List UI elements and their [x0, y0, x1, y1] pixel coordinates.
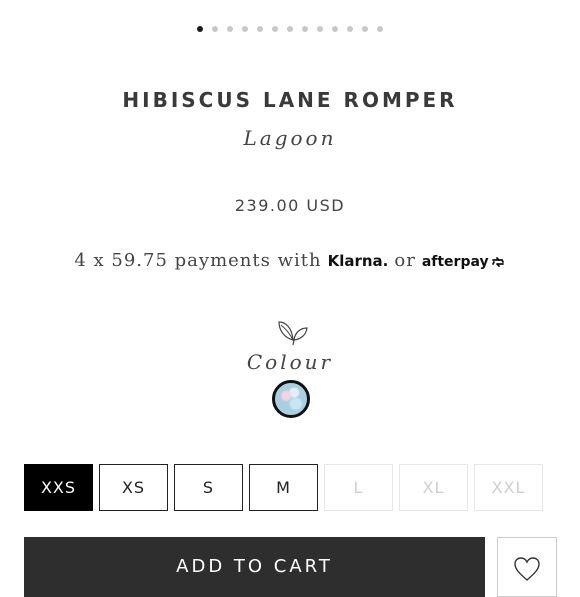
colour-label: Colour	[246, 350, 334, 374]
size-selector: XXS XS S M L XL XXL	[24, 464, 543, 511]
carousel-dot[interactable]	[197, 26, 203, 32]
carousel-dot[interactable]	[317, 26, 323, 32]
product-title: HIBISCUS LANE ROMPER	[122, 88, 458, 112]
add-to-cart-button[interactable]: ADD TO CART	[24, 537, 485, 597]
carousel-dot[interactable]	[212, 26, 218, 32]
product-variant-name: Lagoon	[243, 126, 337, 150]
wishlist-button[interactable]	[497, 537, 557, 597]
size-option-xxs[interactable]: XXS	[24, 464, 93, 511]
afterpay-arrows-icon	[491, 257, 504, 267]
size-option-xs[interactable]: XS	[99, 464, 168, 511]
carousel-dot[interactable]	[362, 26, 368, 32]
installment-or: or	[394, 250, 416, 271]
carousel-dot[interactable]	[257, 26, 263, 32]
carousel-dot[interactable]	[377, 26, 383, 32]
carousel-dot[interactable]	[242, 26, 248, 32]
size-option-xxl: XXL	[474, 464, 543, 511]
carousel-dot[interactable]	[332, 26, 338, 32]
size-option-l: L	[324, 464, 393, 511]
carousel-dot[interactable]	[302, 26, 308, 32]
installment-payments: 4 x 59.75 payments with Klarna. or after…	[0, 250, 580, 271]
afterpay-logo[interactable]: afterpay	[422, 254, 506, 270]
installment-text: 4 x 59.75 payments with	[74, 250, 322, 271]
size-option-xl: XL	[399, 464, 468, 511]
carousel-dot[interactable]	[227, 26, 233, 32]
size-option-m[interactable]: M	[249, 464, 318, 511]
heart-icon	[514, 557, 540, 581]
product-price: 239.00 USD	[234, 196, 346, 215]
colour-swatch-lagoon[interactable]	[272, 380, 310, 418]
carousel-dot[interactable]	[347, 26, 353, 32]
afterpay-label: afterpay	[421, 254, 489, 270]
leaf-icon	[278, 321, 308, 346]
carousel-dot[interactable]	[272, 26, 278, 32]
klarna-logo[interactable]: Klarna.	[328, 252, 389, 270]
size-option-s[interactable]: S	[174, 464, 243, 511]
carousel-indicators	[0, 26, 580, 32]
carousel-dot[interactable]	[287, 26, 293, 32]
